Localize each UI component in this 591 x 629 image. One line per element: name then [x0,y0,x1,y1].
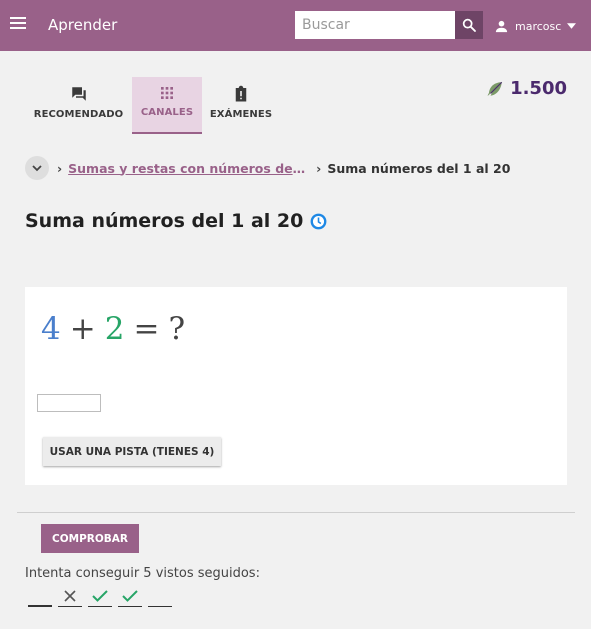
points-value: 1.500 [510,78,567,99]
breadcrumb-separator: › [57,160,63,176]
divider [17,512,575,513]
hamburger-icon[interactable] [10,17,26,31]
cross-icon [64,589,76,602]
breadcrumb-parent-link[interactable]: Sumas y restas con números del 1 al 20 [68,161,306,176]
attempt-slot-correct [88,585,112,607]
attempt-slot-empty [148,585,172,607]
tab-exams-label: EXÁMENES [209,109,273,120]
breadcrumb-current: Suma números del 1 al 20 [327,160,511,176]
user-menu[interactable]: marcosc [494,17,577,35]
feather-points-icon [487,81,503,96]
chat-bubbles-icon [71,87,86,101]
attempt-streak [28,585,172,607]
page-title-text: Suma números del 1 al 20 [25,210,304,232]
tab-channels-label: CANALES [140,107,194,118]
tab-channels[interactable]: CANALES [132,77,202,134]
use-hint-button[interactable]: USAR UNA PISTA (TIENES 4) [43,437,221,466]
check-button[interactable]: COMPROBAR [41,524,139,553]
breadcrumb: › Sumas y restas con números del 1 al 20… [25,156,510,180]
tab-exams[interactable]: EXÁMENES [202,77,280,134]
streak-instructions: Intenta conseguir 5 vistos seguidos: [25,566,260,581]
tab-recommended[interactable]: RECOMENDADO [25,77,132,134]
attempt-slot-wrong [58,585,82,607]
search-icon [462,18,476,32]
breadcrumb-separator: › [316,160,322,176]
clock-icon [310,213,327,229]
username: marcosc [515,19,562,33]
grid-apps-icon [161,87,173,99]
addend-2: 2 [104,311,125,347]
section-tabs: RECOMENDADO CANALES EXÁMENES [25,77,280,134]
clipboard-alert-icon [235,85,247,102]
checkmark-icon [92,589,108,602]
caret-down-icon [567,23,577,29]
addend-1: 4 [41,311,61,347]
top-app-bar: Aprender marcosc [0,0,591,51]
app-title: Aprender [48,16,118,34]
exercise-card: 4 + 2 = ? USAR UNA PISTA (TIENES 4) [25,287,567,485]
answer-input[interactable] [37,394,101,412]
plus-operator: + [69,311,96,347]
equals-operator: = [133,311,160,347]
unknown-symbol: ? [168,311,186,347]
search-input[interactable] [295,11,455,39]
math-equation: 4 + 2 = ? [41,311,185,347]
person-icon [495,20,508,32]
attempt-slot-correct [118,585,142,607]
points-indicator[interactable]: 1.500 [486,78,567,99]
chevron-down-icon [32,164,42,171]
search-button[interactable] [455,11,483,39]
breadcrumb-toggle[interactable] [25,156,49,180]
tab-recommended-label: RECOMENDADO [33,109,124,120]
attempt-slot-empty [28,585,52,607]
checkmark-icon [122,589,138,602]
page-title: Suma números del 1 al 20 [25,210,328,232]
